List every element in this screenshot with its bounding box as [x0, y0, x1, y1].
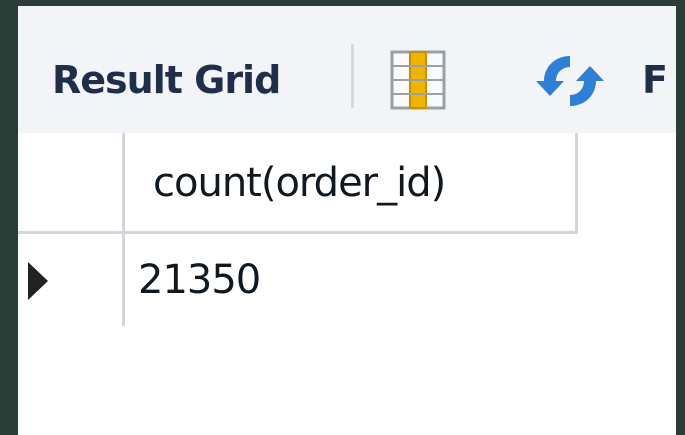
table-row[interactable]: 21350	[18, 234, 578, 326]
column-header-label: count(order_id)	[153, 160, 446, 206]
column-header[interactable]: count(order_id)	[125, 133, 578, 234]
table-cell[interactable]: 21350	[138, 252, 261, 308]
grid-view-icon[interactable]	[386, 48, 450, 112]
toolbar-separator	[351, 44, 354, 108]
grid-header-row: count(order_id)	[18, 133, 578, 237]
row-header[interactable]	[18, 234, 125, 326]
refresh-icon[interactable]	[534, 48, 606, 114]
grid-corner-cell	[18, 133, 125, 234]
result-panel: Result Grid F count(order_id) 21350	[18, 6, 676, 435]
result-toolbar: Result Grid F	[18, 6, 676, 133]
result-grid: count(order_id) 21350	[18, 133, 676, 435]
toolbar-next-label[interactable]: F	[642, 54, 668, 106]
result-grid-label[interactable]: Result Grid	[52, 54, 281, 106]
current-row-arrow-icon	[28, 262, 48, 300]
